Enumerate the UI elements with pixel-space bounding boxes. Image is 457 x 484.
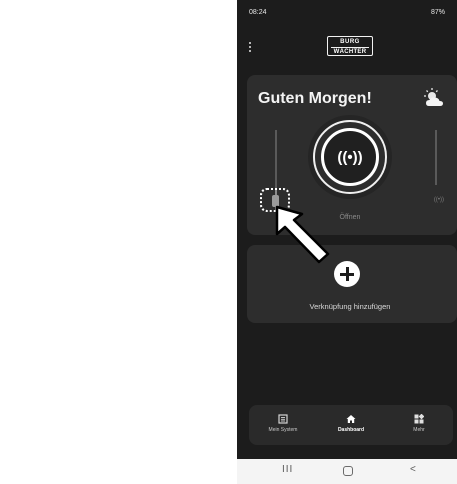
home-button-icon[interactable] [343, 466, 353, 476]
nav-mehr[interactable]: Mehr [385, 405, 453, 445]
list-icon [278, 414, 288, 424]
logo-line2: WÄCHTER [331, 47, 369, 56]
right-slider-track [435, 130, 437, 185]
open-button-inner[interactable]: ((•)) [321, 128, 379, 186]
logo-line1: BURG [340, 39, 360, 45]
phone-screen: 08:24 87% BURG WÄCHTER Guten Morgen! ((•… [237, 0, 457, 484]
signal-icon: ((•)) [337, 148, 363, 166]
recent-apps-icon[interactable]: III [282, 464, 293, 475]
pointer-arrow-icon [275, 205, 330, 264]
greeting-title: Guten Morgen! [258, 90, 372, 107]
nav-mein-system[interactable]: Mein System [249, 405, 317, 445]
bottom-nav: Mein System Dashboard Mehr [249, 405, 453, 445]
status-time: 08:24 [249, 9, 267, 16]
home-icon [346, 415, 356, 423]
battery-percent: 87% [430, 9, 445, 16]
nav-label: Mehr [413, 427, 425, 433]
mini-signal-icon: ((•)) [433, 197, 444, 203]
open-button[interactable]: ((•)) [313, 120, 387, 194]
weather-icon [424, 88, 443, 106]
status-bar: 08:24 87% [237, 0, 457, 26]
burg-waechter-logo: BURG WÄCHTER [327, 36, 373, 56]
nav-dashboard[interactable]: Dashboard [317, 405, 385, 445]
add-shortcut-label: Verknüpfung hinzufügen [309, 302, 391, 311]
nav-label: Dashboard [337, 427, 365, 433]
nav-label: Mein System [268, 427, 298, 433]
status-battery: 87% [431, 9, 445, 16]
grid-icon [414, 414, 424, 424]
menu-kebab-icon[interactable] [248, 42, 252, 54]
system-nav-bar: III < [237, 459, 457, 484]
back-icon[interactable]: < [410, 464, 416, 475]
